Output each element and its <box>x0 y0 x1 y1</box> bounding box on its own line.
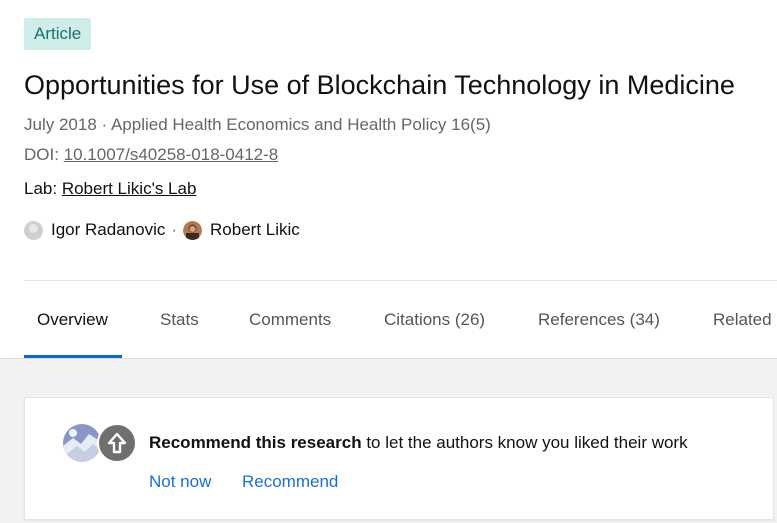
author-name[interactable]: Robert Likic <box>210 220 300 240</box>
tab-comments[interactable]: Comments <box>249 281 331 359</box>
doi-label: DOI: <box>24 145 64 164</box>
author-photo-avatar[interactable] <box>183 220 203 240</box>
tab-overview[interactable]: Overview <box>37 281 108 359</box>
publication-meta: July 2018 · Applied Health Economics and… <box>24 115 491 134</box>
recommend-button[interactable]: Recommend <box>242 472 338 492</box>
doi-line: DOI: 10.1007/s40258-018-0412-8 <box>24 145 278 165</box>
lab-line: Lab: Robert Likic's Lab <box>24 179 196 199</box>
lab-label: Lab: <box>24 179 62 198</box>
lab-link[interactable]: Robert Likic's Lab <box>62 179 197 198</box>
recommend-message: Recommend this research to let the autho… <box>149 433 688 453</box>
recommend-message-bold: Recommend this research <box>149 433 362 452</box>
doi-link[interactable]: 10.1007/s40258-018-0412-8 <box>64 145 279 164</box>
not-now-button[interactable]: Not now <box>149 472 211 492</box>
article-header: Article Opportunities for Use of Blockch… <box>0 0 777 280</box>
tab-citations[interactable]: Citations (26) <box>384 281 485 359</box>
tab-bar: Overview Stats Comments Citations (26) R… <box>0 281 777 359</box>
active-tab-indicator <box>24 355 122 358</box>
default-avatar-icon <box>24 220 43 240</box>
author-separator: · <box>171 220 178 239</box>
tab-related[interactable]: Related <box>713 281 772 359</box>
tab-references[interactable]: References (34) <box>538 281 660 359</box>
upvote-arrow-icon <box>97 423 137 463</box>
user-avatar <box>63 424 101 462</box>
tab-stats[interactable]: Stats <box>160 281 199 359</box>
author-list: Igor Radanovic · Robert Likic <box>24 218 300 242</box>
article-type-badge: Article <box>24 18 92 50</box>
recommend-card: Recommend this research to let the autho… <box>24 397 774 520</box>
recommend-message-rest: to let the authors know you liked their … <box>361 433 688 452</box>
article-title: Opportunities for Use of Blockchain Tech… <box>24 70 735 100</box>
author-name[interactable]: Igor Radanovic <box>51 220 165 240</box>
